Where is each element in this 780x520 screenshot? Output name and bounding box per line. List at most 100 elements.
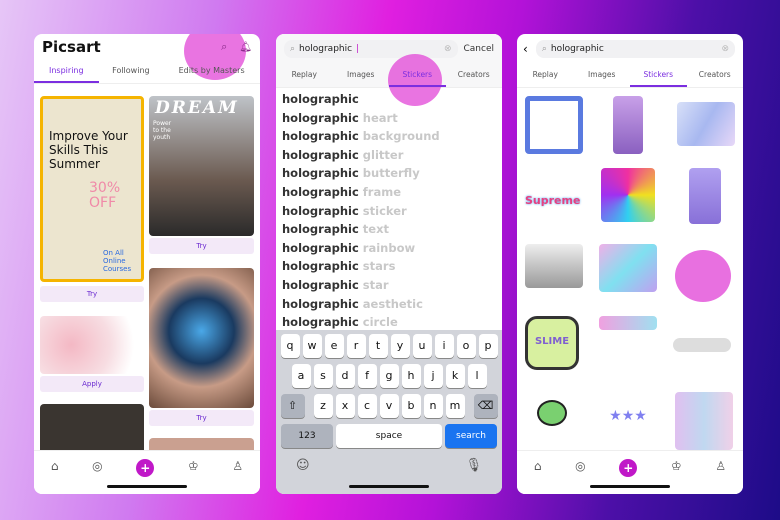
tab-edits-by-masters[interactable]: Edits by Masters [163,60,260,83]
tab-stickers[interactable]: Stickers [630,64,687,87]
suggestion-item[interactable]: holographic text [276,220,502,239]
sticker-supreme[interactable]: Supreme [525,172,583,230]
sticker[interactable] [675,392,733,450]
plus-icon[interactable]: + [619,459,638,477]
profile-icon[interactable]: ♙ [232,459,243,473]
home-icon[interactable]: ⌂ [51,459,59,473]
movie-card[interactable] [40,404,144,454]
sticker[interactable] [677,102,735,146]
suggestion-item[interactable]: holographic rainbow [276,239,502,258]
key-n[interactable]: n [423,394,443,418]
tab-inspiring[interactable]: Inspiring [34,60,99,83]
sticker[interactable] [601,168,655,222]
home-icon[interactable]: ⌂ [534,459,542,473]
try-button[interactable]: Try [149,410,254,426]
cancel-button[interactable]: Cancel [464,44,495,54]
key-c[interactable]: c [357,394,377,418]
key-f[interactable]: f [357,364,377,388]
apply-button[interactable]: Apply [40,376,144,392]
key-m[interactable]: m [445,394,465,418]
tab-following[interactable]: Following [99,60,164,83]
profile-icon[interactable]: ♙ [715,459,726,473]
key-o[interactable]: o [456,334,476,358]
key-d[interactable]: d [335,364,355,388]
key-h[interactable]: h [401,364,421,388]
course-card[interactable]: Improve Your Skills This Summer 30% OFF … [40,96,144,282]
emoji-icon[interactable]: ☺ [296,458,310,473]
trophy-icon[interactable]: ♔ [188,459,199,473]
sticker[interactable] [675,250,731,302]
plus-icon[interactable]: + [136,459,155,477]
back-icon[interactable]: ‹ [523,42,528,56]
sticker[interactable] [599,244,657,292]
suggestion-item[interactable]: holographic heart [276,109,502,128]
suggestion-item[interactable]: holographic butterfly [276,164,502,183]
key-a[interactable]: a [291,364,311,388]
suggestion-item[interactable]: holographic [276,90,502,109]
suggestion-item[interactable]: holographic background [276,127,502,146]
key-r[interactable]: r [346,334,366,358]
key-i[interactable]: i [434,334,454,358]
compass-icon[interactable]: ◎ [92,459,102,473]
eye-card[interactable] [149,268,254,408]
microphone-icon[interactable]: 🎙︎ [465,458,482,473]
search-key[interactable]: search [445,424,497,448]
trophy-icon[interactable]: ♔ [671,459,682,473]
sticker-slime[interactable]: SLIME [525,316,579,370]
try-button[interactable]: Try [149,238,254,254]
sticker[interactable] [613,96,643,154]
tab-replay[interactable]: Replay [517,64,574,87]
key-v[interactable]: v [379,394,399,418]
key-t[interactable]: t [368,334,388,358]
key-k[interactable]: k [445,364,465,388]
tab-stickers[interactable]: Stickers [389,64,446,87]
tab-replay[interactable]: Replay [276,64,333,87]
key-x[interactable]: x [335,394,355,418]
key-q[interactable]: q [280,334,300,358]
search-icon[interactable]: ⌕ [221,40,227,54]
search-input[interactable]: ⌕ holographic | ⊗ [284,40,458,58]
tab-creators[interactable]: Creators [687,64,744,87]
compass-icon[interactable]: ◎ [575,459,585,473]
suggestion-item[interactable]: holographic glitter [276,146,502,165]
space-key[interactable]: space [336,424,442,448]
key-l[interactable]: l [467,364,487,388]
tab-creators[interactable]: Creators [446,64,503,87]
bell-icon[interactable]: 🔔︎ [239,42,252,53]
suggestion-item[interactable]: holographic stars [276,257,502,276]
key-j[interactable]: j [423,364,443,388]
dream-card[interactable]: DREAM Power to the youth [149,96,254,236]
search-input[interactable]: ⌕ holographic ⊗ [535,40,735,58]
key-w[interactable]: w [302,334,322,358]
key-e[interactable]: e [324,334,344,358]
sticker[interactable] [525,96,583,154]
backspace-key[interactable]: ⌫ [473,394,498,418]
suggestion-item[interactable]: holographic sticker [276,202,502,221]
sticker-stars[interactable]: ★★★ [599,408,657,428]
key-b[interactable]: b [401,394,421,418]
key-s[interactable]: s [313,364,333,388]
shift-key[interactable]: ⇧ [280,394,305,418]
tab-images[interactable]: Images [574,64,631,87]
sticker[interactable] [689,168,721,224]
sticker[interactable] [525,244,583,288]
clear-icon[interactable]: ⊗ [721,44,729,54]
try-button[interactable]: Try [40,286,144,302]
key-u[interactable]: u [412,334,432,358]
suggestion-base: holographic [282,296,359,311]
key-y[interactable]: y [390,334,410,358]
suggestion-item[interactable]: holographic aesthetic [276,295,502,314]
key-g[interactable]: g [379,364,399,388]
sticker[interactable] [599,316,657,330]
key-z[interactable]: z [313,394,333,418]
suggestion-item[interactable]: holographic circle [276,313,502,332]
tab-images[interactable]: Images [333,64,390,87]
roses-card[interactable] [40,316,144,374]
sticker[interactable] [537,400,567,426]
clear-icon[interactable]: ⊗ [444,44,452,54]
key-p[interactable]: p [478,334,498,358]
suggestion-item[interactable]: holographic star [276,276,502,295]
numbers-key[interactable]: 123 [281,424,333,448]
suggestion-item[interactable]: holographic frame [276,183,502,202]
sticker[interactable] [673,338,731,352]
